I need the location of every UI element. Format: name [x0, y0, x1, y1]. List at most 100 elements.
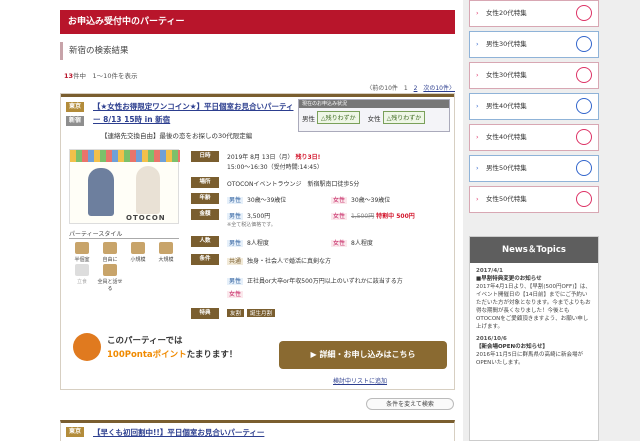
female-avatar-icon	[576, 191, 592, 207]
price-female-label: 女性	[331, 213, 348, 220]
age-key: 年齢	[191, 193, 219, 204]
female-avatar-icon	[576, 129, 592, 145]
otocon-logo: OTOCON	[126, 214, 166, 222]
style-small: 小規模	[125, 242, 151, 263]
age-female-label: 女性	[331, 197, 348, 204]
area-tag: 東京	[66, 102, 85, 112]
result-count: 13件中 1〜10件を表示	[64, 70, 137, 80]
section-header: お申込み受付中のパーティー	[60, 10, 455, 34]
card-topbar	[61, 94, 454, 97]
cond-female-label: 女性	[227, 291, 244, 298]
party-card-next: 東京 【早くも初回割中!!】平日個室お見合いパーティー	[60, 420, 455, 441]
chevron-right-icon: ›	[476, 133, 479, 141]
news-heading[interactable]: 【新会場OPENのお知らせ】	[476, 343, 592, 351]
style-talk-all: 全員と話せる	[97, 264, 123, 292]
search-result-title: 新宿の検索結果	[60, 42, 455, 60]
chevron-right-icon: ›	[476, 102, 479, 110]
party-photo[interactable]: OTOCON	[69, 149, 180, 224]
male-avatar-icon	[576, 98, 592, 114]
feature-male-40s[interactable]: › 男性40代特集	[469, 93, 599, 120]
male-label: 男性	[302, 114, 315, 123]
pager-prev[interactable]: 〈前の10件	[366, 85, 398, 92]
change-search-button[interactable]: 条件を変えて検索	[366, 398, 454, 410]
style-free: 自由に	[97, 242, 123, 263]
date-key: 日時	[191, 151, 219, 162]
price-male-label: 男性	[227, 213, 244, 220]
news-item: 2017/4/1 ■早割特典変更のお知らせ 2017年4月1日より、【早割(50…	[470, 263, 598, 331]
price-female-old: 1,500円	[351, 213, 375, 220]
party-title-link[interactable]: 【★女性お得限定ワンコイン★】平日個室お見合いパーティー 8/13 15時 in…	[93, 100, 298, 126]
result-count-text: 件中 1〜10件を表示	[73, 72, 138, 80]
male-status: △残りわずか	[317, 111, 360, 124]
chevron-right-icon: ›	[476, 71, 479, 79]
pager-next[interactable]: 次の10件〉	[423, 85, 455, 92]
area-tag-next: 東京	[66, 427, 85, 437]
perk-friend: 友割	[227, 309, 245, 317]
people-female-label: 女性	[331, 240, 348, 247]
age-male-label: 男性	[227, 197, 244, 204]
age-male: 30歳〜39歳位	[247, 197, 287, 204]
female-label: 女性	[367, 114, 381, 123]
photo-person-woman	[136, 166, 160, 214]
place-value: OTOCONイベントラウンジ 新宿駅南口徒歩5分	[227, 181, 360, 188]
place-key: 場所	[191, 177, 219, 188]
people-female: 8人程度	[351, 240, 373, 247]
news-date: 2016/10/6	[476, 336, 507, 342]
cond-key: 条件	[191, 254, 219, 265]
chevron-right-icon: ›	[476, 164, 479, 172]
feature-female-40s[interactable]: › 女性40代特集	[469, 124, 599, 151]
free-talk-icon	[103, 242, 117, 254]
feature-female-50s[interactable]: › 女性50代特集	[469, 186, 599, 213]
ponta-line1: このパーティーでは	[107, 336, 183, 346]
application-status: 現在のお申込み状況 男性 △残りわずか 女性 △残りわずか	[298, 99, 450, 132]
page: お申込み受付中のパーティー 新宿の検索結果 13件中 1〜10件を表示 〈前の1…	[0, 0, 640, 441]
pager-page-1[interactable]: 1	[404, 85, 408, 92]
pagination: 〈前の10件 1 2 次の10件〉	[362, 83, 455, 92]
add-to-list-link[interactable]: 検討中リストに追加	[333, 376, 387, 385]
small-scale-icon	[131, 242, 145, 254]
price-female-new: 特割中 500円	[376, 213, 415, 220]
cond-male: 正社員or大卒or年収500万円以上のいずれかに該当する方	[247, 278, 403, 285]
apply-button[interactable]: ▶ 詳細・お申し込みはこちら	[279, 341, 447, 369]
female-avatar-icon	[576, 67, 592, 83]
party-title-next[interactable]: 【早くも初回割中!!】平日個室お見合いパーティー	[93, 426, 298, 439]
male-avatar-icon	[576, 36, 592, 52]
chevron-right-icon: ›	[476, 40, 479, 48]
people-male: 8人程度	[247, 240, 269, 247]
cond-common: 独身・社会人で婚活に真剣な方	[247, 258, 332, 265]
feature-female-20s[interactable]: › 女性20代特集	[469, 0, 599, 27]
news-body: 2017年4月1日より、【早割(500円OFF)】は、イベント開催日の【14日前…	[476, 284, 591, 330]
female-avatar-icon	[576, 5, 592, 21]
news-heading[interactable]: ■早割特典変更のお知らせ	[476, 275, 592, 283]
feature-female-30s[interactable]: › 女性30代特集	[469, 62, 599, 89]
large-scale-icon	[159, 242, 173, 254]
perk-key: 特典	[191, 308, 219, 319]
news-title: News＆Topics	[470, 237, 598, 263]
feature-male-30s[interactable]: › 男性30代特集	[469, 31, 599, 58]
feature-list: › 女性20代特集 › 男性30代特集 › 女性30代特集 › 男性40代特集 › 女性4…	[469, 0, 599, 217]
news-date: 2017/4/1	[476, 268, 503, 274]
price-key: 金額	[191, 209, 219, 220]
age-female: 30歳〜39歳位	[351, 197, 391, 204]
news-body: 2016年11月5日に群馬県の高崎に新会場がOPENいたします。	[476, 352, 583, 366]
pager-page-2[interactable]: 2	[414, 85, 418, 92]
party-subtitle: 【連絡先交換自由】最後の恋をお探しの30代限定編	[101, 132, 253, 140]
buffet-icon	[75, 264, 89, 276]
style-buffet: 立食	[69, 264, 95, 285]
ponta-points: 100Pontaポイント	[107, 350, 187, 360]
feature-male-50s[interactable]: › 男性50代特集	[469, 155, 599, 182]
price-male: 3,500円	[247, 213, 271, 220]
chevron-right-icon: ›	[476, 195, 479, 203]
cond-male-label: 男性	[227, 278, 244, 285]
talk-all-icon	[103, 264, 117, 276]
people-male-label: 男性	[227, 240, 244, 247]
perk-birthday: 誕生月割	[247, 309, 276, 317]
party-card: 東京 新宿 【★女性お得限定ワンコイン★】平日個室お見合いパーティー 8/13 …	[60, 93, 455, 390]
date-value: 2019年 8月 13日（月）	[227, 154, 294, 161]
remaining-days: 残り3日!	[295, 154, 321, 161]
people-key: 人数	[191, 236, 219, 247]
news-item: 2016/10/6 【新会場OPENのお知らせ】 2016年11月5日に群馬県の…	[470, 331, 598, 367]
photo-person-man	[88, 168, 114, 216]
ponta-mascot-icon	[73, 333, 101, 361]
status-head: 現在のお申込み状況	[299, 100, 449, 108]
